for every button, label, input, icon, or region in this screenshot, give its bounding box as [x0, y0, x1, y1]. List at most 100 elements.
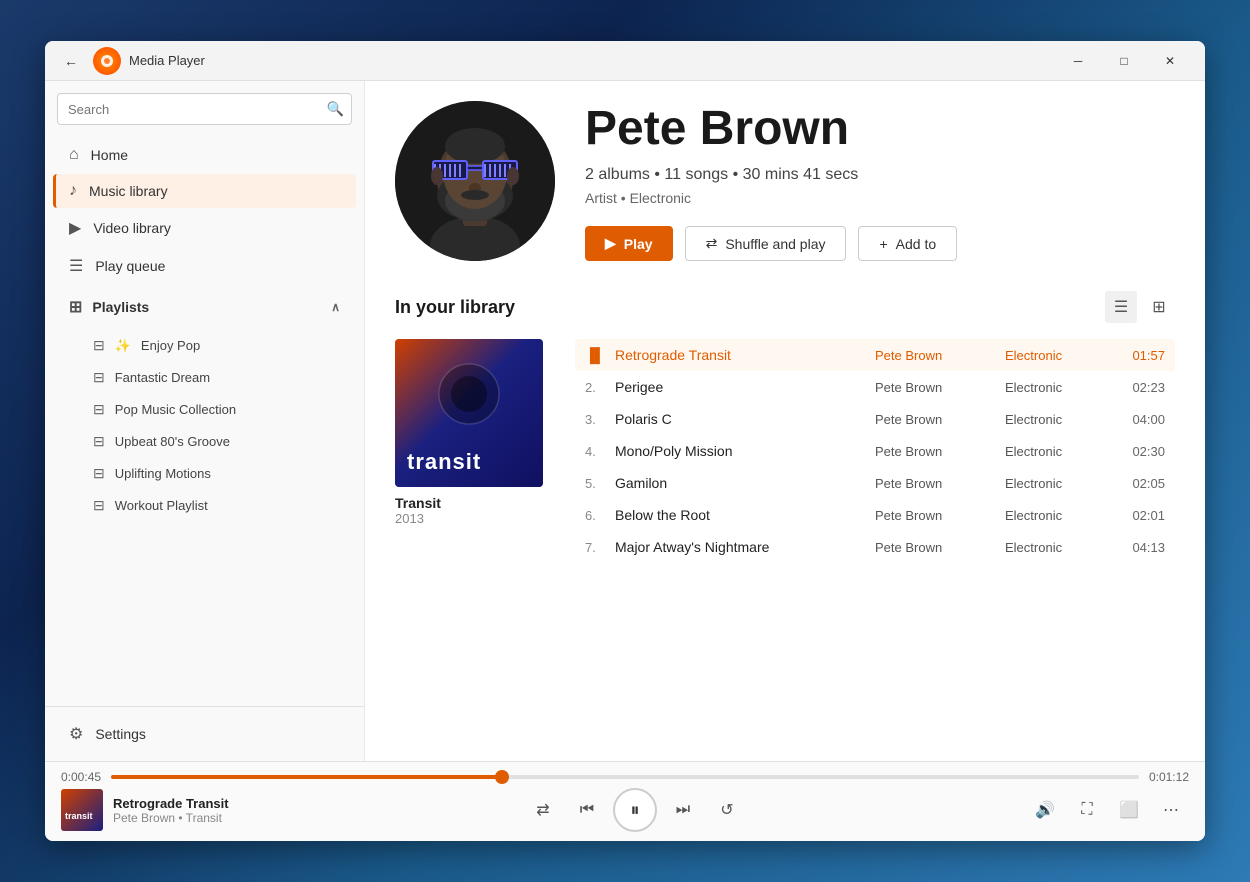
sidebar-bottom: ⚙ Settings — [45, 706, 364, 761]
track-title: Retrograde Transit — [615, 347, 875, 363]
playlist-item-enjoy-pop[interactable]: ⊟ ✨ Enjoy Pop — [53, 330, 356, 361]
playlist-icon-fantastic-dream: ⊟ — [93, 369, 105, 386]
track-number: 6. — [585, 508, 615, 523]
playlist-item-uplifting-motions[interactable]: ⊟ Uplifting Motions — [53, 458, 356, 489]
list-view-button[interactable]: ☰ — [1105, 291, 1137, 323]
progress-fill — [111, 775, 502, 779]
app-window: ← Media Player ─ □ ✕ 🔍 ⌂ Home — [45, 41, 1205, 841]
playback-controls: ⇄ ⏮ ⏸ ⏭ ↺ — [269, 788, 1001, 832]
track-duration: 02:30 — [1115, 444, 1165, 459]
track-playing-icon: ▐▌ — [585, 347, 605, 363]
playlist-list: ⊟ ✨ Enjoy Pop ⊟ Fantastic Dream ⊟ Pop Mu… — [45, 329, 364, 522]
app-logo — [93, 47, 121, 75]
search-input[interactable] — [57, 93, 352, 125]
pop-music-label: Pop Music Collection — [115, 402, 236, 417]
shuffle-play-button[interactable]: ⇄ Shuffle and play — [685, 226, 847, 261]
sidebar: 🔍 ⌂ Home ♪ Music library ▶ Video library… — [45, 81, 365, 761]
titlebar: ← Media Player ─ □ ✕ — [45, 41, 1205, 81]
playlist-item-upbeat-groove[interactable]: ⊟ Upbeat 80's Groove — [53, 426, 356, 457]
uplifting-motions-label: Uplifting Motions — [115, 466, 211, 481]
playback-bar: 0:00:45 0:01:12 — [45, 761, 1205, 841]
table-row[interactable]: 2. Perigee Pete Brown Electronic 02:23 — [575, 371, 1175, 403]
track-duration: 02:23 — [1115, 380, 1165, 395]
close-button[interactable]: ✕ — [1147, 45, 1193, 77]
chevron-up-icon: ∧ — [331, 300, 340, 314]
next-button[interactable]: ⏭ — [665, 792, 701, 828]
np-title: Retrograde Transit — [113, 796, 229, 811]
sidebar-item-settings[interactable]: ⚙ Settings — [53, 716, 356, 752]
progress-track[interactable] — [111, 775, 1139, 779]
track-artist: Pete Brown — [875, 444, 1005, 459]
play-icon: ▶ — [605, 235, 616, 252]
playlist-collection-icon: ⊞ — [69, 297, 82, 317]
search-icon: 🔍 — [327, 101, 344, 118]
sidebar-item-play-queue[interactable]: ☰ Play queue — [53, 248, 356, 284]
maximize-button[interactable]: □ — [1101, 45, 1147, 77]
enjoy-pop-sparkle: ✨ — [115, 338, 131, 354]
album-year: 2013 — [395, 511, 555, 526]
play-label: Play — [624, 236, 653, 252]
track-artist: Pete Brown — [875, 508, 1005, 523]
playlists-section-header[interactable]: ⊞ Playlists ∧ — [53, 287, 356, 327]
playlist-icon-workout: ⊟ — [93, 497, 105, 514]
track-genre: Electronic — [1005, 508, 1115, 523]
shuffle-button[interactable]: ⇄ — [525, 792, 561, 828]
list-view-icon: ☰ — [1114, 297, 1128, 317]
album-name: Transit — [395, 495, 555, 511]
track-title: Polaris C — [615, 411, 875, 427]
track-title: Gamilon — [615, 475, 875, 491]
repeat-icon: ↺ — [720, 800, 733, 820]
pause-button[interactable]: ⏸ — [613, 788, 657, 832]
volume-button[interactable]: 🔊 — [1027, 792, 1063, 828]
grid-view-button[interactable]: ⊞ — [1143, 291, 1175, 323]
playlist-item-fantastic-dream[interactable]: ⊟ Fantastic Dream — [53, 362, 356, 393]
track-artist: Pete Brown — [875, 476, 1005, 491]
sidebar-item-video-library[interactable]: ▶ Video library — [53, 210, 356, 246]
workout-playlist-label: Workout Playlist — [115, 498, 208, 513]
home-icon: ⌂ — [69, 146, 79, 164]
content-area: Pete Brown 2 albums • 11 songs • 30 mins… — [365, 81, 1205, 761]
sidebar-item-music-library[interactable]: ♪ Music library — [53, 174, 356, 208]
repeat-button[interactable]: ↺ — [709, 792, 745, 828]
back-button[interactable]: ← — [57, 47, 85, 75]
track-duration: 01:57 — [1115, 348, 1165, 363]
library-title: In your library — [395, 297, 515, 318]
more-options-icon: ⋯ — [1163, 800, 1179, 820]
playlist-item-workout-playlist[interactable]: ⊟ Workout Playlist — [53, 490, 356, 521]
minimize-button[interactable]: ─ — [1055, 45, 1101, 77]
enjoy-pop-label: Enjoy Pop — [141, 338, 200, 353]
track-duration: 04:00 — [1115, 412, 1165, 427]
upbeat-groove-label: Upbeat 80's Groove — [115, 434, 230, 449]
artist-header: Pete Brown 2 albums • 11 songs • 30 mins… — [395, 101, 1175, 261]
now-playing-art: transit — [61, 789, 103, 831]
fullscreen-button[interactable]: ⛶ — [1069, 792, 1105, 828]
track-duration: 04:13 — [1115, 540, 1165, 555]
add-to-button[interactable]: + Add to — [858, 226, 957, 261]
track-duration: 02:01 — [1115, 508, 1165, 523]
main-area: 🔍 ⌂ Home ♪ Music library ▶ Video library… — [45, 81, 1205, 761]
sidebar-item-home[interactable]: ⌂ Home — [53, 138, 356, 172]
table-row[interactable]: 6. Below the Root Pete Brown Electronic … — [575, 499, 1175, 531]
miniplayer-button[interactable]: ⬜ — [1111, 792, 1147, 828]
tracks-list: ▐▌ Retrograde Transit Pete Brown Electro… — [575, 339, 1175, 563]
table-row[interactable]: 4. Mono/Poly Mission Pete Brown Electron… — [575, 435, 1175, 467]
track-title: Below the Root — [615, 507, 875, 523]
table-row[interactable]: ▐▌ Retrograde Transit Pete Brown Electro… — [575, 339, 1175, 371]
play-button[interactable]: ▶ Play — [585, 226, 673, 261]
np-info: Retrograde Transit Pete Brown • Transit — [113, 796, 229, 825]
track-artist: Pete Brown — [875, 380, 1005, 395]
table-row[interactable]: 3. Polaris C Pete Brown Electronic 04:00 — [575, 403, 1175, 435]
previous-button[interactable]: ⏮ — [569, 792, 605, 828]
more-options-button[interactable]: ⋯ — [1153, 792, 1189, 828]
video-library-icon: ▶ — [69, 218, 81, 238]
progress-area: 0:00:45 0:01:12 — [61, 762, 1189, 788]
table-row[interactable]: 5. Gamilon Pete Brown Electronic 02:05 — [575, 467, 1175, 499]
album-cover: transit Transit 2013 — [395, 339, 555, 563]
queue-icon: ☰ — [69, 256, 83, 276]
artist-info: Pete Brown 2 albums • 11 songs • 30 mins… — [585, 101, 1175, 261]
fullscreen-icon: ⛶ — [1081, 801, 1092, 819]
table-row[interactable]: 7. Major Atway's Nightmare Pete Brown El… — [575, 531, 1175, 563]
plus-icon: + — [879, 236, 887, 252]
playlist-item-pop-music[interactable]: ⊟ Pop Music Collection — [53, 394, 356, 425]
track-number: 7. — [585, 540, 615, 555]
